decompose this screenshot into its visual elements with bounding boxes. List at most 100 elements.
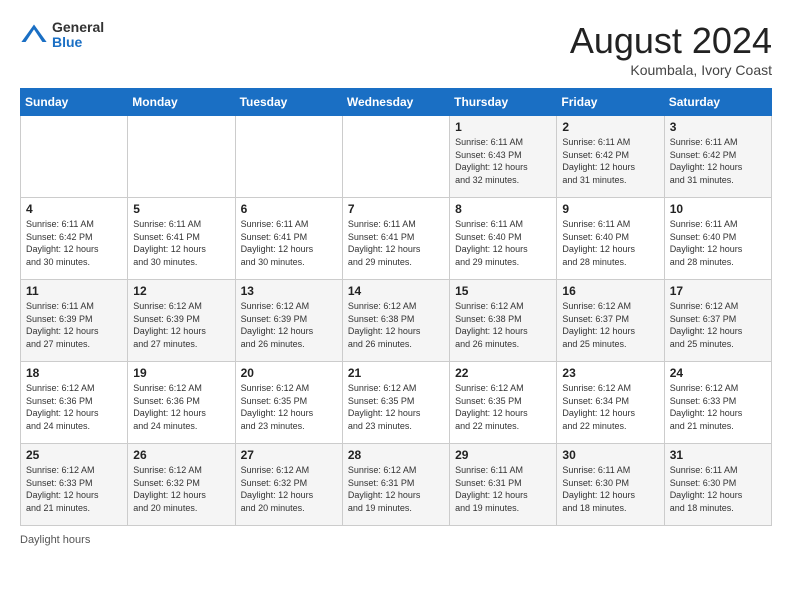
day-info: Sunrise: 6:11 AM Sunset: 6:41 PM Dayligh… xyxy=(241,218,337,268)
calendar-cell xyxy=(235,116,342,198)
calendar-cell: 15 Sunrise: 6:12 AM Sunset: 6:38 PM Dayli… xyxy=(450,280,557,362)
day-number: 31 xyxy=(670,448,766,462)
calendar-cell: 13 Sunrise: 6:12 AM Sunset: 6:39 PM Dayli… xyxy=(235,280,342,362)
calendar-cell: 17Sunrise: 6:12 AM Sunset: 6:37 PM Dayli… xyxy=(664,280,771,362)
calendar-cell: 20 Sunrise: 6:12 AM Sunset: 6:35 PM Dayli… xyxy=(235,362,342,444)
calendar-cell: 10Sunrise: 6:11 AM Sunset: 6:40 PM Dayli… xyxy=(664,198,771,280)
footer: Daylight hours xyxy=(20,534,772,546)
logo-general: General xyxy=(52,20,104,35)
calendar-cell: 14 Sunrise: 6:12 AM Sunset: 6:38 PM Dayli… xyxy=(342,280,449,362)
day-number: 24 xyxy=(670,366,766,380)
day-header: Tuesday xyxy=(235,89,342,116)
calendar-cell: 26 Sunrise: 6:12 AM Sunset: 6:32 PM Dayli… xyxy=(128,444,235,526)
day-info: Sunrise: 6:12 AM Sunset: 6:39 PM Dayligh… xyxy=(241,300,337,350)
day-info: Sunrise: 6:12 AM Sunset: 6:39 PM Dayligh… xyxy=(133,300,229,350)
day-info: Sunrise: 6:12 AM Sunset: 6:34 PM Dayligh… xyxy=(562,382,658,432)
calendar-cell xyxy=(128,116,235,198)
day-number: 5 xyxy=(133,202,229,216)
day-info: Sunrise: 6:12 AM Sunset: 6:37 PM Dayligh… xyxy=(562,300,658,350)
day-number: 13 xyxy=(241,284,337,298)
calendar-cell xyxy=(21,116,128,198)
calendar-cell: 16 Sunrise: 6:12 AM Sunset: 6:37 PM Dayli… xyxy=(557,280,664,362)
day-info: Sunrise: 6:12 AM Sunset: 6:38 PM Dayligh… xyxy=(455,300,551,350)
day-number: 23 xyxy=(562,366,658,380)
month-year: August 2024 xyxy=(570,20,772,62)
day-info: Sunrise: 6:11 AM Sunset: 6:40 PM Dayligh… xyxy=(455,218,551,268)
logo-icon xyxy=(20,21,48,49)
calendar-cell: 21 Sunrise: 6:12 AM Sunset: 6:35 PM Dayli… xyxy=(342,362,449,444)
day-header: Saturday xyxy=(664,89,771,116)
day-info: Sunrise: 6:12 AM Sunset: 6:38 PM Dayligh… xyxy=(348,300,444,350)
day-number: 26 xyxy=(133,448,229,462)
day-info: Sunrise: 6:12 AM Sunset: 6:33 PM Dayligh… xyxy=(26,464,122,514)
calendar-cell: 6 Sunrise: 6:11 AM Sunset: 6:41 PM Daylig… xyxy=(235,198,342,280)
day-info: Sunrise: 6:12 AM Sunset: 6:35 PM Dayligh… xyxy=(241,382,337,432)
day-header: Monday xyxy=(128,89,235,116)
day-info: Sunrise: 6:11 AM Sunset: 6:42 PM Dayligh… xyxy=(26,218,122,268)
day-header: Wednesday xyxy=(342,89,449,116)
calendar-cell: 5 Sunrise: 6:11 AM Sunset: 6:41 PM Daylig… xyxy=(128,198,235,280)
day-info: Sunrise: 6:11 AM Sunset: 6:40 PM Dayligh… xyxy=(562,218,658,268)
day-info: Sunrise: 6:12 AM Sunset: 6:32 PM Dayligh… xyxy=(133,464,229,514)
calendar-cell: 27Sunrise: 6:12 AM Sunset: 6:32 PM Dayli… xyxy=(235,444,342,526)
calendar-cell xyxy=(342,116,449,198)
day-info: Sunrise: 6:11 AM Sunset: 6:42 PM Dayligh… xyxy=(670,136,766,186)
day-number: 11 xyxy=(26,284,122,298)
day-number: 3 xyxy=(670,120,766,134)
calendar-week-row: 11 Sunrise: 6:11 AM Sunset: 6:39 PM Dayli… xyxy=(21,280,772,362)
day-info: Sunrise: 6:11 AM Sunset: 6:43 PM Dayligh… xyxy=(455,136,551,186)
header-row: SundayMondayTuesdayWednesdayThursdayFrid… xyxy=(21,89,772,116)
title-block: August 2024 Koumbala, Ivory Coast xyxy=(570,20,772,78)
day-number: 27 xyxy=(241,448,337,462)
day-info: Sunrise: 6:12 AM Sunset: 6:36 PM Dayligh… xyxy=(26,382,122,432)
daylight-label: Daylight hours xyxy=(20,534,90,546)
logo-text: General Blue xyxy=(52,20,104,51)
calendar-cell: 4 Sunrise: 6:11 AM Sunset: 6:42 PM Daylig… xyxy=(21,198,128,280)
calendar-cell: 2 Sunrise: 6:11 AM Sunset: 6:42 PM Daylig… xyxy=(557,116,664,198)
calendar-cell: 18Sunrise: 6:12 AM Sunset: 6:36 PM Dayli… xyxy=(21,362,128,444)
logo-blue: Blue xyxy=(52,35,104,50)
day-number: 12 xyxy=(133,284,229,298)
day-number: 20 xyxy=(241,366,337,380)
calendar-cell: 22Sunrise: 6:12 AM Sunset: 6:35 PM Dayli… xyxy=(450,362,557,444)
day-info: Sunrise: 6:11 AM Sunset: 6:40 PM Dayligh… xyxy=(670,218,766,268)
day-info: Sunrise: 6:11 AM Sunset: 6:41 PM Dayligh… xyxy=(133,218,229,268)
day-number: 22 xyxy=(455,366,551,380)
calendar-cell: 9 Sunrise: 6:11 AM Sunset: 6:40 PM Daylig… xyxy=(557,198,664,280)
day-number: 6 xyxy=(241,202,337,216)
day-header: Friday xyxy=(557,89,664,116)
day-number: 2 xyxy=(562,120,658,134)
calendar-cell: 30 Sunrise: 6:11 AM Sunset: 6:30 PM Dayli… xyxy=(557,444,664,526)
day-header: Sunday xyxy=(21,89,128,116)
calendar-cell: 12 Sunrise: 6:12 AM Sunset: 6:39 PM Dayli… xyxy=(128,280,235,362)
day-number: 21 xyxy=(348,366,444,380)
day-number: 9 xyxy=(562,202,658,216)
day-info: Sunrise: 6:12 AM Sunset: 6:33 PM Dayligh… xyxy=(670,382,766,432)
calendar-week-row: 4 Sunrise: 6:11 AM Sunset: 6:42 PM Daylig… xyxy=(21,198,772,280)
day-number: 25 xyxy=(26,448,122,462)
day-number: 4 xyxy=(26,202,122,216)
day-info: Sunrise: 6:11 AM Sunset: 6:39 PM Dayligh… xyxy=(26,300,122,350)
calendar-cell: 7Sunrise: 6:11 AM Sunset: 6:41 PM Daylig… xyxy=(342,198,449,280)
calendar-week-row: 25 Sunrise: 6:12 AM Sunset: 6:33 PM Dayli… xyxy=(21,444,772,526)
day-info: Sunrise: 6:11 AM Sunset: 6:42 PM Dayligh… xyxy=(562,136,658,186)
calendar-cell: 11 Sunrise: 6:11 AM Sunset: 6:39 PM Dayli… xyxy=(21,280,128,362)
calendar-cell: 3 Sunrise: 6:11 AM Sunset: 6:42 PM Daylig… xyxy=(664,116,771,198)
calendar-cell: 24 Sunrise: 6:12 AM Sunset: 6:33 PM Dayli… xyxy=(664,362,771,444)
day-number: 14 xyxy=(348,284,444,298)
day-number: 30 xyxy=(562,448,658,462)
day-number: 7 xyxy=(348,202,444,216)
day-number: 1 xyxy=(455,120,551,134)
day-info: Sunrise: 6:12 AM Sunset: 6:36 PM Dayligh… xyxy=(133,382,229,432)
day-info: Sunrise: 6:12 AM Sunset: 6:35 PM Dayligh… xyxy=(348,382,444,432)
day-number: 16 xyxy=(562,284,658,298)
location: Koumbala, Ivory Coast xyxy=(570,62,772,78)
day-info: Sunrise: 6:11 AM Sunset: 6:30 PM Dayligh… xyxy=(562,464,658,514)
day-number: 29 xyxy=(455,448,551,462)
day-number: 19 xyxy=(133,366,229,380)
day-number: 8 xyxy=(455,202,551,216)
day-number: 15 xyxy=(455,284,551,298)
day-info: Sunrise: 6:11 AM Sunset: 6:30 PM Dayligh… xyxy=(670,464,766,514)
day-header: Thursday xyxy=(450,89,557,116)
calendar-cell: 31 Sunrise: 6:11 AM Sunset: 6:30 PM Dayli… xyxy=(664,444,771,526)
